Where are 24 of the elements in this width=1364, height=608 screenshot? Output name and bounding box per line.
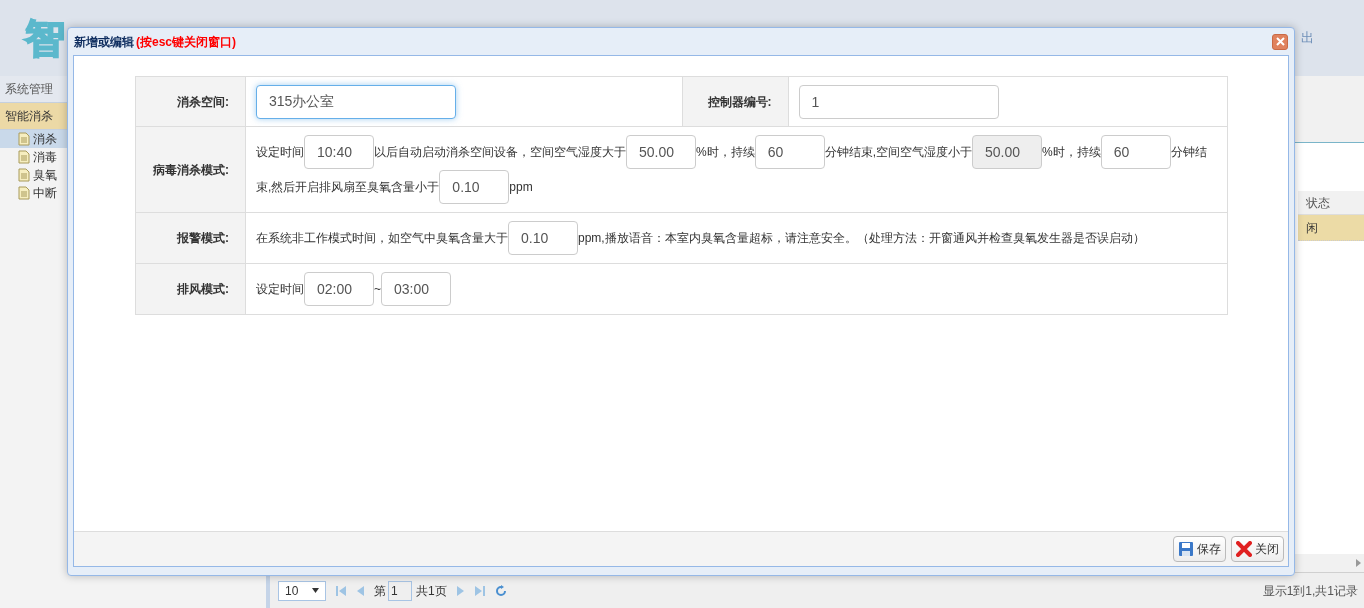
form-label: 消杀空间: [177, 93, 229, 111]
page-prefix: 第 [374, 582, 386, 600]
form-text: 设定时间 [256, 281, 304, 298]
form-text: 分钟结 [1170, 144, 1207, 161]
form-text: ~ [374, 281, 381, 298]
form-label: 报警模式: [177, 230, 229, 247]
form-text: 在系统非工作模式时间，如空气中臭氧含量大于 [256, 230, 508, 247]
form-text: 分钟结束,空间空气湿度小于 [824, 144, 972, 161]
form-text: 设定时间 [256, 144, 304, 161]
dialog-title: 新增或编辑 [74, 33, 134, 51]
form-text: %时，持续 [696, 144, 755, 161]
logo: 智 [25, 15, 65, 62]
page-total: 共1页 [416, 582, 447, 600]
form-text: ppm,播放语音：本室内臭氧含量超标，请注意安全。（处理方法：开窗通风并检查臭氧发生器是否误启动） [578, 230, 1145, 247]
form-text: ppm [509, 179, 533, 196]
form-label: 排风模式: [177, 281, 229, 298]
record-summary: 显示1到1,共1记录 [1262, 582, 1358, 600]
form-text: %时，持续 [1042, 144, 1101, 161]
form-text: 束,然后开启排风扇至臭氧含量小于 [256, 179, 440, 196]
column-header: 状态 [1306, 194, 1330, 212]
dialog-hint: (按esc键关闭窗口) [136, 33, 236, 51]
form-label: 控制器编号: [707, 93, 772, 111]
form-text: 以后自动启动消杀空间设备，空间空气湿度大于 [374, 144, 626, 161]
form-label: 病毒消杀模式: [153, 161, 229, 179]
